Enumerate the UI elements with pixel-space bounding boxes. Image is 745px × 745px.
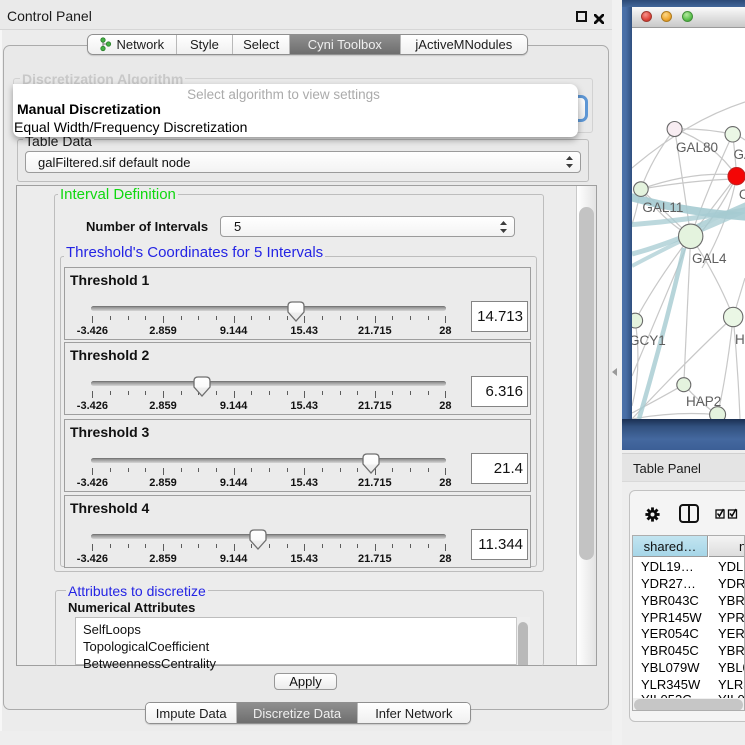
svg-text:GAL80: GAL80 xyxy=(676,140,718,155)
svg-text:GCY1: GCY1 xyxy=(632,333,666,348)
svg-text:H: H xyxy=(735,332,745,347)
svg-text:HAP2: HAP2 xyxy=(686,394,721,409)
svg-text:GAL: GAL xyxy=(734,147,745,162)
svg-text:GAL4: GAL4 xyxy=(692,251,727,266)
svg-text:CR: CR xyxy=(739,187,745,202)
svg-text:GAL11: GAL11 xyxy=(642,200,683,215)
